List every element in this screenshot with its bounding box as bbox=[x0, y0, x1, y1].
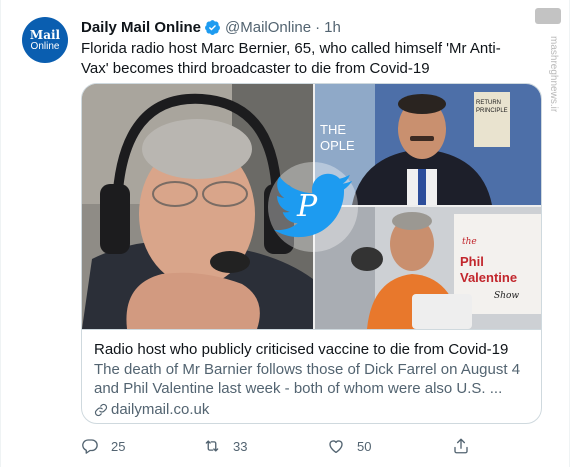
card-title[interactable]: Radio host who publicly criticised vacci… bbox=[94, 340, 531, 359]
watermark-logo: mashreghnews.ir bbox=[535, 8, 561, 113]
heart-icon bbox=[329, 440, 343, 454]
sign-text-2: OPLE bbox=[320, 138, 355, 153]
card-image[interactable]: THE OPLE RETURN PRINCIPLE the Phil Valen… bbox=[82, 84, 541, 329]
link-icon bbox=[94, 403, 108, 416]
like-button[interactable]: 50 bbox=[327, 433, 371, 459]
twitter-bird-logo-icon: P bbox=[268, 162, 358, 252]
tweet-actions: 25 33 50 bbox=[81, 433, 481, 459]
svg-text:P: P bbox=[296, 189, 318, 224]
tweet[interactable]: Mail Online Daily Mail Online @MailOnlin… bbox=[0, 0, 570, 467]
show-sign-name-1: Phil bbox=[460, 254, 484, 269]
card-domain-text[interactable]: dailymail.co.uk bbox=[111, 400, 209, 419]
card-text[interactable]: Radio host who publicly criticised vacci… bbox=[82, 329, 541, 423]
retweet-icon bbox=[205, 440, 219, 452]
sign-text-1: THE bbox=[320, 122, 346, 137]
tweet-text: Florida radio host Marc Bernier, 65, who… bbox=[81, 40, 501, 77]
author-name[interactable]: Daily Mail Online bbox=[81, 19, 201, 36]
reply-button[interactable]: 25 bbox=[81, 433, 125, 459]
card-description: The death of Mr Barnier follows those of… bbox=[94, 361, 521, 397]
card-domain[interactable]: dailymail.co.uk bbox=[94, 400, 531, 419]
book-text-2: PRINCIPLE bbox=[476, 108, 508, 114]
show-sign-the: the bbox=[462, 237, 477, 247]
tweet-header: Daily Mail Online @MailOnline · 1h bbox=[81, 17, 341, 37]
avatar[interactable]: Mail Online bbox=[22, 17, 68, 63]
tweet-timestamp[interactable]: 1h bbox=[324, 19, 341, 36]
reply-count: 25 bbox=[111, 438, 126, 454]
watermark-text: mashreghnews.ir bbox=[548, 36, 559, 113]
avatar-logo-line1: Mail bbox=[29, 27, 61, 42]
share-icon bbox=[454, 438, 468, 454]
card-photo-collage: THE OPLE RETURN PRINCIPLE the Phil Valen… bbox=[82, 84, 541, 329]
reply-icon bbox=[82, 439, 98, 454]
share-button[interactable] bbox=[452, 433, 482, 459]
link-card[interactable]: THE OPLE RETURN PRINCIPLE the Phil Valen… bbox=[81, 83, 542, 424]
retweet-count: 33 bbox=[233, 438, 248, 454]
avatar-logo-line2: Online bbox=[30, 40, 60, 52]
verified-badge-icon bbox=[205, 19, 220, 35]
book-text-1: RETURN bbox=[476, 100, 501, 106]
separator-dot: · bbox=[315, 18, 321, 36]
show-sign-name-2: Valentine bbox=[460, 270, 517, 285]
like-count: 50 bbox=[357, 438, 372, 454]
show-sign-show: Show bbox=[494, 291, 519, 301]
retweet-button[interactable]: 33 bbox=[203, 433, 247, 459]
author-handle[interactable]: @MailOnline bbox=[225, 19, 311, 36]
